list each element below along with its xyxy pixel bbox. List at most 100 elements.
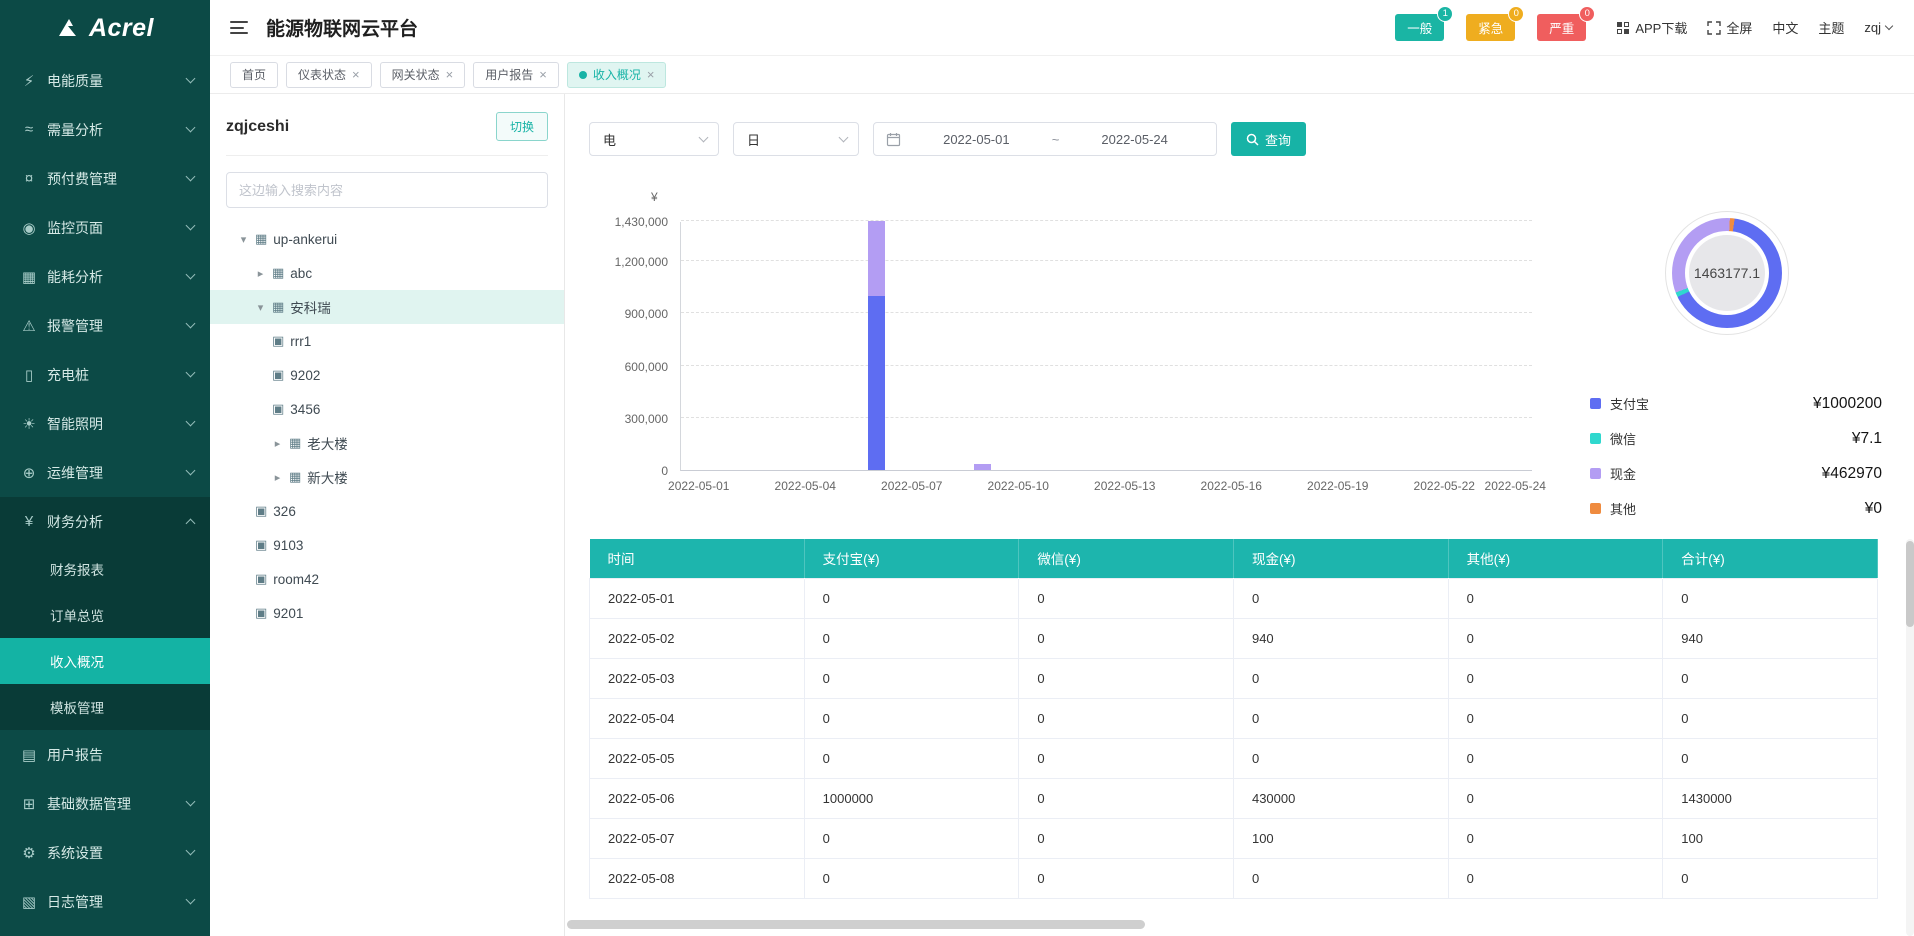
chevron-down-icon [839, 133, 849, 143]
alarm-badges: 一般1 紧急0 严重0 [1395, 14, 1586, 41]
tree-node[interactable]: ▣326 [210, 494, 564, 528]
tree-node[interactable]: ▣room42 [210, 562, 564, 596]
close-icon[interactable]: × [352, 68, 360, 81]
sidebar-item-monitor-pages[interactable]: ◉监控页面 [0, 203, 210, 252]
vertical-scrollbar[interactable] [1906, 539, 1914, 936]
sidebar-item-ops-management[interactable]: ⊕运维管理 [0, 448, 210, 497]
sidebar-item-label: 运维管理 [47, 463, 187, 483]
tree-node[interactable]: ▣9202 [210, 358, 564, 392]
content-row: zqjceshi 切换 ▾▦up-ankerui▸▦abc▾▦安科瑞▣rrr1▣… [210, 94, 1914, 936]
table-row: 2022-05-0500000 [590, 738, 1878, 778]
alarm-icon: ⚠ [20, 317, 38, 335]
horizontal-scrollbar-thumb[interactable] [567, 920, 1145, 929]
legend-item[interactable]: 现金¥462970 [1590, 459, 1882, 488]
alarm-badge-label: 紧急 [1478, 22, 1503, 36]
tab-label: 收入概况 [593, 66, 641, 83]
close-icon[interactable]: × [539, 68, 547, 81]
sidebar-item-log-management[interactable]: ▧日志管理 [0, 877, 210, 926]
meter-icon: ▣ [272, 401, 284, 417]
close-icon[interactable]: × [446, 68, 454, 81]
sidebar-item-basic-data-management[interactable]: ⊞基础数据管理 [0, 779, 210, 828]
sidebar-subitem-income-overview[interactable]: 收入概况 [0, 638, 210, 684]
sidebar-item-financial-analysis[interactable]: ¥财务分析 [0, 497, 210, 546]
energy-type-select[interactable]: 电 [589, 122, 719, 156]
sidebar-item-prepaid-management[interactable]: ¤预付费管理 [0, 154, 210, 203]
lighting-icon: ☀ [20, 415, 38, 433]
bar-segment-支付宝 [868, 296, 885, 470]
legend-item[interactable]: 微信¥7.1 [1590, 424, 1882, 453]
sidebar-item-smart-lighting[interactable]: ☀智能照明 [0, 399, 210, 448]
logs-icon: ▧ [20, 893, 38, 911]
sidebar-item-charging-pile[interactable]: ▯充电桩 [0, 350, 210, 399]
alarm-badge-count: 0 [1579, 6, 1595, 22]
language-switch[interactable]: 中文 [1772, 18, 1798, 37]
y-axis-tick-label: 600,000 [625, 360, 668, 374]
period-select[interactable]: 日 [733, 122, 859, 156]
tab-income-overview[interactable]: 收入概况 × [567, 62, 667, 88]
vertical-scrollbar-thumb[interactable] [1906, 541, 1914, 627]
tree-node[interactable]: ▸▦老大楼 [210, 426, 564, 460]
sidebar-item-label: 财务分析 [47, 512, 187, 532]
monitor-icon: ◉ [20, 219, 38, 237]
x-axis-tick-label: 2022-05-13 [1094, 479, 1155, 493]
table-cell: 2022-05-04 [590, 698, 805, 738]
filter-bar: 电 日 2022-05-01 ~ 2022-05-24 [589, 122, 1888, 156]
tree-node[interactable]: ▾▦安科瑞 [210, 290, 564, 324]
table-cell: 0 [1233, 698, 1448, 738]
legend-item[interactable]: 其他¥0 [1590, 494, 1882, 523]
sidebar-item-power-quality[interactable]: ⚡电能质量 [0, 56, 210, 105]
chevron-up-icon [186, 519, 196, 529]
alarm-badge-label: 一般 [1407, 22, 1432, 36]
tree-node[interactable]: ▣rrr1 [210, 324, 564, 358]
tree-node[interactable]: ▸▦新大楼 [210, 460, 564, 494]
app-download-link[interactable]: APP下载 [1616, 18, 1687, 37]
table-cell: 2022-05-01 [590, 578, 805, 618]
switch-button[interactable]: 切换 [496, 112, 548, 141]
alarm-badge-critical[interactable]: 严重0 [1537, 14, 1586, 41]
theme-switch[interactable]: 主题 [1818, 18, 1844, 37]
sidebar-subitem-financial-report[interactable]: 财务报表 [0, 546, 210, 592]
tree-node[interactable]: ▣3456 [210, 392, 564, 426]
fullscreen-link[interactable]: 全屏 [1707, 18, 1752, 37]
sidebar-item-alarm-management[interactable]: ⚠报警管理 [0, 301, 210, 350]
tree-node[interactable]: ▣9201 [210, 596, 564, 630]
sidebar-item-energy-analysis[interactable]: ▦能耗分析 [0, 252, 210, 301]
sidebar-item-demand-analysis[interactable]: ≈需量分析 [0, 105, 210, 154]
query-button[interactable]: 查询 [1231, 122, 1306, 156]
sidebar-subitem-order-overview[interactable]: 订单总览 [0, 592, 210, 638]
alarm-badge-urgent[interactable]: 紧急0 [1466, 14, 1515, 41]
settings-icon: ⚙ [20, 844, 38, 862]
legend-name: 其他 [1610, 499, 1636, 518]
close-icon[interactable]: × [647, 68, 655, 81]
tab-meter-status[interactable]: 仪表状态× [286, 62, 372, 88]
tree-node[interactable]: ▣9103 [210, 528, 564, 562]
tree-node[interactable]: ▸▦abc [210, 256, 564, 290]
sidebar: Acrel ⚡电能质量≈需量分析¤预付费管理◉监控页面▦能耗分析⚠报警管理▯充电… [0, 0, 210, 936]
sidebar-item-user-report[interactable]: ▤用户报告 [0, 730, 210, 779]
table-body: 2022-05-01000002022-05-020094009402022-0… [590, 578, 1878, 898]
tab-user-report[interactable]: 用户报告× [473, 62, 559, 88]
chart-legend: 支付宝¥1000200 微信¥7.1 现金¥462970 其他¥0 [1590, 389, 1882, 529]
menu-toggle-icon[interactable] [230, 21, 248, 34]
power-quality-icon: ⚡ [20, 72, 38, 90]
legend-color-swatch [1590, 503, 1601, 514]
date-range-picker[interactable]: 2022-05-01 ~ 2022-05-24 [873, 122, 1217, 156]
tree-panel: zqjceshi 切换 ▾▦up-ankerui▸▦abc▾▦安科瑞▣rrr1▣… [210, 94, 565, 936]
alarm-badge-general[interactable]: 一般1 [1395, 14, 1444, 41]
table-cell: 2022-05-08 [590, 858, 805, 898]
table-cell: 0 [1019, 658, 1234, 698]
table-cell: 2022-05-07 [590, 818, 805, 858]
donut-chart: 1463177.1 [1672, 218, 1782, 328]
tab-gateway-status[interactable]: 网关状态× [380, 62, 466, 88]
tree-search-input[interactable] [226, 172, 548, 208]
table-cell: 0 [804, 738, 1019, 778]
tab-home[interactable]: 首页 [230, 62, 278, 88]
table-cell: 0 [1663, 658, 1878, 698]
tree-node[interactable]: ▾▦up-ankerui [210, 222, 564, 256]
meter-icon: ▣ [255, 537, 267, 553]
user-menu[interactable]: zqj [1864, 20, 1892, 35]
sidebar-subitem-template-management[interactable]: 模板管理 [0, 684, 210, 730]
legend-item[interactable]: 支付宝¥1000200 [1590, 389, 1882, 418]
sidebar-item-system-settings[interactable]: ⚙系统设置 [0, 828, 210, 877]
tree-panel-header: zqjceshi 切换 [226, 112, 548, 156]
